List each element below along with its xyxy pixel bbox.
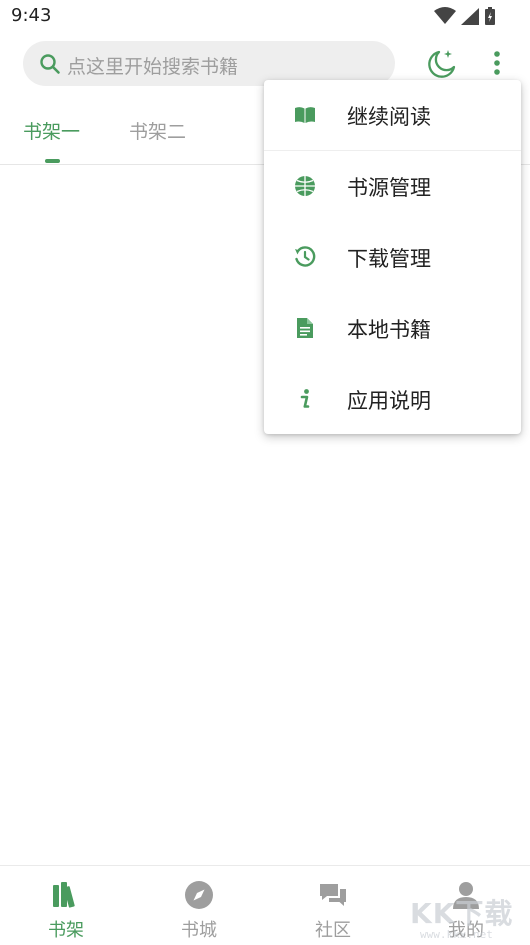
menu-item-continue-reading[interactable]: 继续阅读: [264, 80, 521, 151]
status-icons: [434, 6, 496, 26]
status-time: 9:43: [11, 5, 52, 26]
tab-shelf-2[interactable]: 书架二: [129, 117, 186, 144]
search-icon: [40, 54, 60, 74]
watermark-text: KK下载: [410, 897, 514, 930]
nav-label: 书城: [181, 920, 217, 941]
tab-indicator: [45, 159, 60, 163]
watermark: KK下载 www.kkx.net: [410, 890, 528, 942]
menu-item-book-source[interactable]: 书源管理: [264, 151, 521, 221]
nav-label: 社区: [315, 920, 351, 941]
status-bar: 9:43: [0, 0, 530, 32]
globe-icon: [295, 176, 315, 196]
tab-shelf-1[interactable]: 书架一: [23, 117, 80, 144]
signal-icon: [461, 8, 479, 25]
menu-item-label: 继续阅读: [347, 105, 431, 129]
night-mode-icon[interactable]: [424, 46, 460, 82]
info-icon: [300, 389, 310, 408]
more-menu-icon[interactable]: [484, 46, 510, 82]
bookshelf-icon: [53, 882, 75, 908]
menu-item-label: 书源管理: [347, 176, 431, 200]
menu-item-local-books[interactable]: 本地书籍: [264, 293, 521, 363]
chat-icon: [320, 884, 346, 906]
nav-bookshelf[interactable]: 书架: [0, 866, 132, 945]
menu-item-about[interactable]: 应用说明: [264, 364, 521, 434]
menu-item-label: 应用说明: [347, 389, 431, 413]
battery-icon: [485, 7, 495, 25]
menu-item-label: 下载管理: [347, 247, 431, 271]
menu-item-label: 本地书籍: [347, 318, 431, 342]
nav-community[interactable]: 社区: [267, 866, 399, 945]
document-icon: [297, 318, 313, 338]
menu-item-downloads[interactable]: 下载管理: [264, 222, 521, 292]
watermark-url: www.kkx.net: [420, 928, 493, 941]
compass-icon: [185, 881, 213, 909]
history-icon: [295, 246, 316, 267]
nav-label: 书架: [48, 920, 84, 941]
book-open-icon: [295, 107, 315, 123]
nav-bookstore[interactable]: 书城: [133, 866, 265, 945]
wifi-icon: [434, 7, 456, 24]
overflow-menu: 继续阅读 书源管理 下载管理 本地书籍 应用说明: [264, 80, 521, 434]
search-input[interactable]: 点这里开始搜索书籍: [67, 52, 238, 79]
